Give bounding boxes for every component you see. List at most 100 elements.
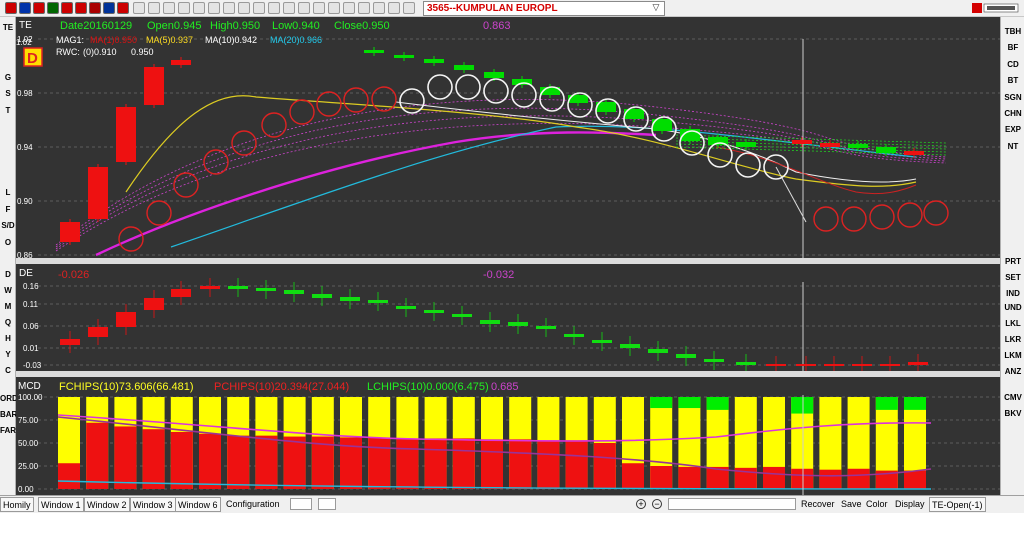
window-3-tab[interactable]: Window 3 [130,497,176,512]
right-bar-item[interactable] [1001,156,1024,170]
house-icon[interactable] [313,2,325,14]
right-bar-item[interactable] [1001,173,1024,187]
calendar-icon[interactable] [133,2,145,14]
zoom-in-icon[interactable] [238,2,250,14]
folder-icon[interactable] [328,2,340,14]
right-bar-item[interactable] [1001,189,1024,203]
right-bar-item[interactable]: SGN [1001,91,1024,105]
configuration-button[interactable]: Configuration [226,499,280,509]
right-bar-item[interactable] [1001,238,1024,252]
left-bar-period-item[interactable]: D [0,268,16,282]
right-bar-item[interactable]: EXP [1001,123,1024,137]
refresh-icon[interactable] [223,2,235,14]
recover-button[interactable]: Recover [801,499,835,509]
left-bar-bottom-item[interactable]: ORD [0,392,18,406]
flag-icon[interactable] [103,2,115,14]
left-bar-item[interactable]: F [0,203,16,217]
horizontal-scrollbar[interactable] [668,498,796,510]
window-6-tab[interactable]: Window 6 [175,497,221,512]
tool-icon[interactable] [268,2,280,14]
flag-icon[interactable] [75,2,87,14]
left-bar-item[interactable]: L [0,186,16,200]
grid-icon[interactable] [148,2,160,14]
right-bar-indicator-item[interactable]: LKR [1001,333,1024,347]
chart-icon[interactable] [178,2,190,14]
left-bar-item[interactable] [0,54,16,68]
zoom-in-icon[interactable]: + [636,499,646,509]
home-icon[interactable] [163,2,175,14]
save-button[interactable]: Save [841,499,862,509]
arrow-right-icon[interactable] [208,2,220,14]
arrow-left-icon[interactable] [193,2,205,14]
window-spinner[interactable] [290,498,312,510]
folder-icon[interactable] [358,2,370,14]
right-bar-item[interactable]: TBH [1001,25,1024,39]
de-indicator-panel[interactable]: 0.16 0.11 0.06 0.01 -0.03 DE -0.026 -0.032 [16,264,1000,371]
save-icon[interactable] [388,2,400,14]
zoom-out-icon[interactable]: − [652,499,662,509]
right-bar-indicator-item[interactable]: ANZ [1001,365,1024,379]
right-bar-item[interactable]: CHN [1001,107,1024,121]
zoom-out-icon[interactable] [253,2,265,14]
right-bar-indicator-item[interactable]: LKL [1001,317,1024,331]
flag-icon[interactable] [89,2,101,14]
chevron-down-icon[interactable]: ▽ [650,2,662,15]
left-bar-item[interactable] [0,120,16,134]
flag-icon[interactable] [47,2,59,14]
copy-icon[interactable] [403,2,415,14]
left-bar-item[interactable] [0,137,16,151]
right-bar-item[interactable]: BF [1001,41,1024,55]
zoom-icon[interactable] [298,2,310,14]
de-indicator-chart[interactable]: 0.16 0.11 0.06 0.01 -0.03 DE -0.026 -0.032 [16,264,1000,371]
flag-icon[interactable] [117,2,129,14]
right-bar-item[interactable] [1001,222,1024,236]
right-bar-item[interactable]: CD [1001,58,1024,72]
window-1-tab[interactable]: Window 1 [38,497,84,512]
lock-icon[interactable] [373,2,385,14]
stock-selector[interactable]: 3565--KUMPULAN EUROPL ▽ [423,1,665,16]
left-bar-period-item[interactable]: H [0,332,16,346]
left-bar-item[interactable]: S [0,87,16,101]
left-bar-period-item[interactable]: Y [0,348,16,362]
window-spinner[interactable] [318,498,336,510]
left-bar-period-item[interactable]: C [0,364,16,378]
window-2-tab[interactable]: Window 2 [84,497,130,512]
right-bar-item[interactable]: IND [1001,287,1024,301]
right-bar-item[interactable]: NT [1001,140,1024,154]
left-bar-bottom-item[interactable]: BAR [0,408,17,422]
left-bar-item[interactable]: G [0,71,16,85]
price-chart[interactable]: 1.02 0.98 0.94 0.90 0.86 TE Date20160129 Open0.… [16,17,1000,258]
left-bar-item[interactable] [0,153,16,167]
flag-icon[interactable] [5,2,17,14]
price-chart-panel[interactable]: 1.02 0.98 0.94 0.90 0.86 TE Date20160129 Open0.… [16,17,1000,258]
left-bar-item[interactable]: TE [0,21,16,35]
right-bar-bottom-item[interactable]: CMV [1001,391,1024,405]
folder-icon[interactable] [343,2,355,14]
left-bar-item[interactable] [0,38,16,52]
left-bar-period-item[interactable]: M [0,300,16,314]
color-button[interactable]: Color [866,499,888,509]
left-bar-item[interactable] [0,170,16,184]
left-bar-period-item[interactable]: Q [0,316,16,330]
flag-icon[interactable] [19,2,31,14]
left-bar-item[interactable]: T [0,104,16,118]
image-icon[interactable] [283,2,295,14]
right-bar-indicator-item[interactable]: UND [1001,301,1024,315]
homily-tab[interactable]: Homily [0,497,34,512]
display-button[interactable]: Display [895,499,925,509]
right-bar-item[interactable] [1001,205,1024,219]
mcd-indicator-panel[interactable]: 100.00 75.00 50.00 25.00 0.00 MCD FCHIPS(10)73… [16,377,1000,495]
left-bar-bottom-item[interactable]: FAR [0,424,16,438]
right-bar-indicator-item[interactable]: LKM [1001,349,1024,363]
flag-icon[interactable] [61,2,73,14]
right-bar-item[interactable]: PRT [1001,255,1024,269]
right-bar-item[interactable]: SET [1001,271,1024,285]
right-bar-item[interactable]: BT [1001,74,1024,88]
mcd-bar-pchips [565,440,588,489]
flag-icon[interactable] [33,2,45,14]
right-bar-bottom-item[interactable]: BKV [1001,407,1024,421]
left-bar-period-item[interactable]: W [0,284,16,298]
left-bar-item[interactable]: O [0,236,16,250]
mcd-indicator-chart[interactable]: 100.00 75.00 50.00 25.00 0.00 MCD FCHIPS(10)73… [16,377,1000,495]
left-bar-item[interactable]: S/D [0,219,16,233]
